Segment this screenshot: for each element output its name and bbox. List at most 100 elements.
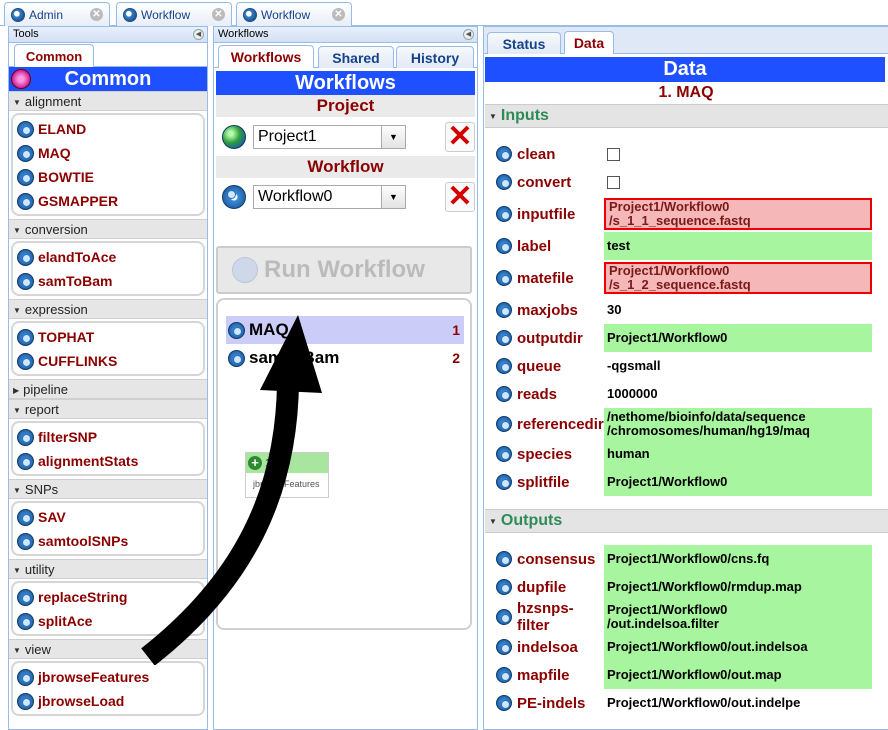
param-value[interactable]: Project1/Workflow0	[604, 324, 872, 352]
param-value[interactable]: Project1/Workflow0 /s_1_2_sequence.fastq	[604, 262, 872, 294]
group-header-conversion[interactable]: ▼ conversion	[9, 219, 207, 239]
run-workflow-button[interactable]: Run Workflow	[216, 246, 472, 294]
param-value[interactable]: 30	[604, 296, 872, 324]
group-header-alignment[interactable]: ▼ alignment	[9, 91, 207, 111]
tool-item[interactable]: samToBam	[13, 269, 203, 293]
param-name: inputfile	[496, 206, 604, 223]
gear-icon[interactable]	[496, 270, 512, 286]
project-label: Project	[216, 95, 475, 117]
param-value[interactable]: test	[604, 232, 872, 260]
param-value	[604, 140, 872, 168]
tool-item[interactable]: jbrowseFeatures	[13, 665, 203, 689]
param-value[interactable]: Project1/Workflow0/rmdup.map	[604, 573, 872, 601]
param-value[interactable]: 1000000	[604, 380, 872, 408]
tool-item[interactable]: MAQ	[13, 141, 203, 165]
tab-status[interactable]: Status	[487, 32, 561, 54]
gear-icon[interactable]	[496, 358, 512, 374]
gear-icon	[17, 588, 34, 606]
gear-icon[interactable]	[496, 446, 512, 462]
gear-icon	[17, 692, 34, 710]
param-name: label	[496, 238, 604, 255]
param-value[interactable]: /nethome/bioinfo/data/sequence /chromoso…	[604, 408, 872, 440]
param-name: maxjobs	[496, 302, 604, 319]
drag-arrow-shaft	[141, 369, 300, 665]
param-value[interactable]: human	[604, 440, 872, 468]
param-value[interactable]: Project1/Workflow0/out.indelsoa	[604, 633, 872, 661]
tab-admin[interactable]: Admin ✕	[4, 2, 110, 26]
close-icon[interactable]: ✕	[90, 8, 103, 21]
param-value[interactable]: -qgsmall	[604, 352, 872, 380]
tab-history[interactable]: History	[396, 46, 474, 68]
tab-shared[interactable]: Shared	[318, 46, 394, 68]
gear-icon[interactable]	[496, 416, 512, 432]
tool-item[interactable]: ELAND	[13, 117, 203, 141]
gear-icon	[17, 328, 34, 346]
tab-common[interactable]: Common	[14, 44, 94, 67]
gear-icon[interactable]	[496, 330, 512, 346]
param-value[interactable]: Project1/Workflow0/out.indelpe	[604, 689, 872, 717]
tool-item[interactable]: BOWTIE	[13, 165, 203, 189]
tools-panel-header: Tools ◀	[9, 27, 207, 43]
project-icon	[222, 125, 246, 149]
delete-project-button[interactable]: ✕	[445, 122, 475, 152]
gear-icon	[17, 168, 34, 186]
tool-label: elandToAce	[38, 249, 117, 265]
gear-icon[interactable]	[496, 174, 512, 190]
tool-label: CUFFLINKS	[38, 353, 118, 369]
tab-label: Admin	[29, 7, 64, 22]
tool-item[interactable]: elandToAce	[13, 245, 203, 269]
outputs-header[interactable]: ▼ Outputs	[485, 509, 888, 533]
param-name: matefile	[496, 270, 604, 287]
param-value[interactable]: Project1/Workflow0/out.map	[604, 661, 872, 689]
param-value[interactable]: Project1/Workflow0 /out.indelsoa.filter	[604, 601, 872, 633]
gear-icon	[17, 352, 34, 370]
param-row: consensus Project1/Workflow0/cns.fq	[496, 545, 872, 573]
tool-item[interactable]: jbrowseLoad	[13, 689, 203, 713]
gear-icon[interactable]	[496, 386, 512, 402]
project-select[interactable]: Project1 ▼	[253, 125, 406, 149]
gear-icon[interactable]	[496, 238, 512, 254]
param-value[interactable]: Project1/Workflow0	[604, 468, 872, 496]
tab-workflows[interactable]: Workflows	[218, 45, 314, 68]
common-icon	[11, 69, 31, 89]
param-row: reads 1000000	[496, 380, 872, 408]
tab-workflow-1[interactable]: Workflow ✕	[116, 2, 232, 26]
gear-icon[interactable]	[496, 206, 512, 222]
param-value[interactable]: Project1/Workflow0/cns.fq	[604, 545, 872, 573]
collapse-icon[interactable]: ◀	[193, 29, 204, 40]
workflow-select[interactable]: Workflow0 ▼	[253, 185, 406, 209]
tool-label: MAQ	[38, 145, 71, 161]
gear-icon[interactable]	[496, 609, 512, 625]
gear-icon[interactable]	[496, 667, 512, 683]
param-name: consensus	[496, 551, 604, 568]
checkbox[interactable]	[607, 175, 620, 189]
close-icon[interactable]: ✕	[332, 8, 345, 21]
tool-item[interactable]: GSMAPPER	[13, 189, 203, 213]
tab-workflow-2[interactable]: Workflow ✕	[236, 2, 352, 26]
gear-icon	[17, 120, 34, 138]
checkbox[interactable]	[607, 147, 620, 161]
gear-icon[interactable]	[496, 474, 512, 490]
param-value[interactable]: Project1/Workflow0 /s_1_1_sequence.fastq	[604, 198, 872, 230]
collapse-icon[interactable]: ◀	[463, 29, 474, 40]
expanded-icon: ▼	[13, 406, 21, 415]
gear-icon	[17, 192, 34, 210]
inputs-header[interactable]: ▼ Inputs	[485, 104, 888, 128]
gear-icon	[17, 272, 34, 290]
gear-icon[interactable]	[496, 639, 512, 655]
group-label: pipeline	[23, 382, 68, 397]
tool-label: samToBam	[38, 273, 113, 289]
delete-workflow-button[interactable]: ✕	[445, 182, 475, 212]
gear-icon[interactable]	[496, 302, 512, 318]
param-row: outputdir Project1/Workflow0	[496, 324, 872, 352]
gear-icon[interactable]	[496, 551, 512, 567]
gear-icon[interactable]	[496, 146, 512, 162]
close-icon[interactable]: ✕	[212, 8, 225, 21]
tool-label: samtoolSNPs	[38, 533, 129, 549]
gear-icon[interactable]	[496, 695, 512, 711]
tab-data[interactable]: Data	[564, 31, 614, 54]
param-name: dupfile	[496, 579, 604, 596]
gear-icon	[17, 668, 34, 686]
expanded-icon: ▼	[13, 98, 21, 107]
gear-icon[interactable]	[496, 579, 512, 595]
